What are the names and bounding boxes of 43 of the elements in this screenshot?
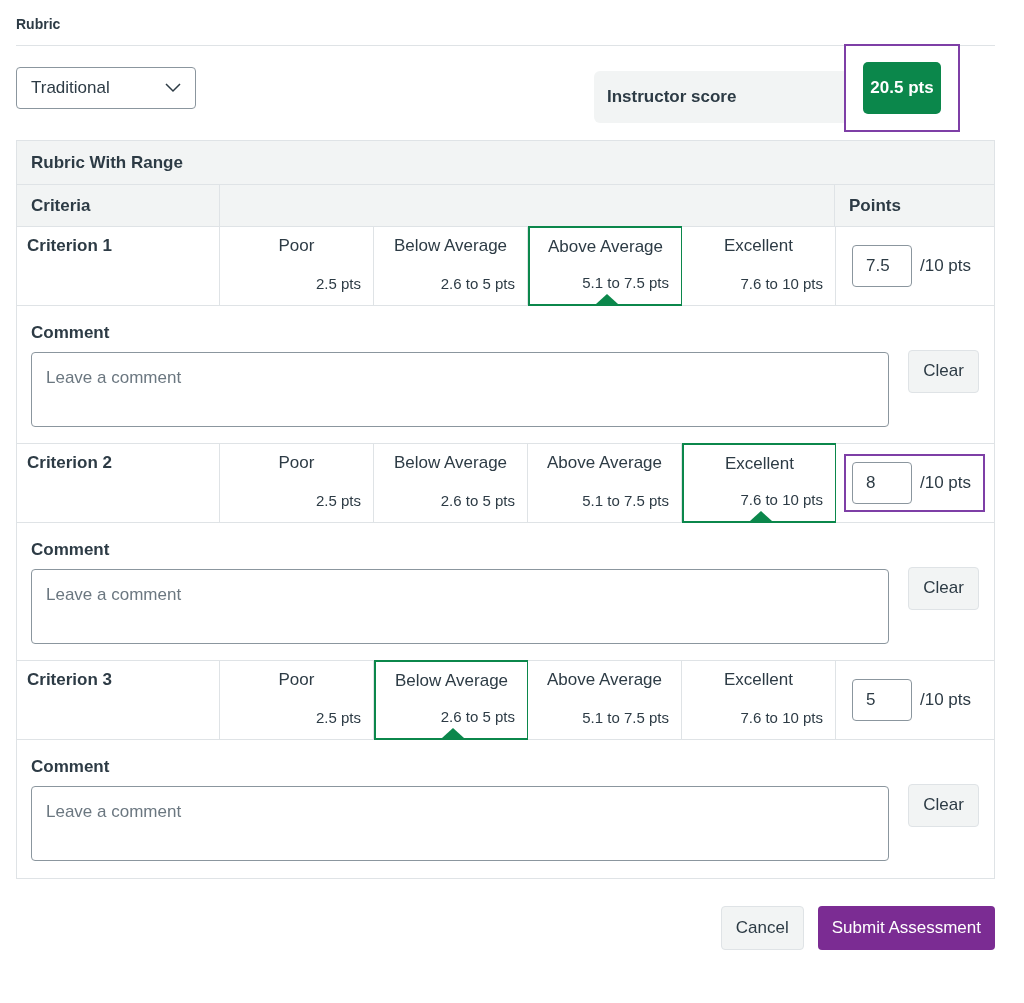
chevron-down-icon [165,83,181,93]
rating-option[interactable]: Excellent 7.6 to 10 pts [682,661,836,739]
score-badge: 20.5 pts [863,62,941,114]
rating-option[interactable]: Above Average 5.1 to 7.5 pts [528,661,682,739]
comment-label: Comment [31,756,110,778]
selected-triangle-icon [442,728,464,738]
rating-option[interactable]: Poor 2.5 pts [220,227,374,305]
points-input[interactable]: 8 [852,462,912,504]
cancel-button[interactable]: Cancel [720,906,804,950]
rating-option[interactable]: Below Average 2.6 to 5 pts [374,227,528,305]
comment-label: Comment [31,322,110,344]
column-header: Criteria [17,185,220,226]
rating-option[interactable]: Excellent 7.6 to 10 pts [682,227,836,305]
rating-option[interactable]: Poor 2.5 pts [220,661,374,739]
selected-triangle-icon [750,511,772,521]
points-input[interactable]: 7.5 [852,245,912,287]
table-title: Rubric With Range [17,141,994,185]
column-header: Points [848,194,902,217]
rating-option[interactable]: Above Average 5.1 to 7.5 pts [528,444,682,522]
rating-option[interactable]: Excellent 7.6 to 10 pts [682,443,836,523]
clear-button[interactable]: Clear [908,783,979,827]
clear-button[interactable]: Clear [908,566,979,610]
comment-field[interactable]: Leave a comment [31,568,889,644]
points-total: /10 pts [920,689,972,712]
clear-button[interactable]: Clear [908,349,979,393]
section-title: Rubric [16,15,61,34]
comment-label: Comment [31,539,110,561]
rating-option[interactable]: Below Average 2.6 to 5 pts [374,660,528,740]
points-total: /10 pts [920,472,972,495]
rating-option[interactable]: Below Average 2.6 to 5 pts [374,444,528,522]
selected-triangle-icon [596,294,618,304]
points-total: /10 pts [920,255,972,278]
rating-option[interactable]: Above Average 5.1 to 7.5 pts [528,226,682,306]
criterion-name: Criterion 2 [17,444,220,522]
rubric-type-dropdown[interactable]: Traditional [16,67,196,109]
criterion-name: Criterion 3 [17,661,220,739]
comment-field[interactable]: Leave a comment [31,785,889,861]
points-input[interactable]: 5 [852,679,912,721]
criterion-name: Criterion 1 [17,227,220,305]
rating-option[interactable]: Poor 2.5 pts [220,444,374,522]
comment-field[interactable]: Leave a comment [31,351,889,427]
instructor-score-label: Instructor score [607,86,737,109]
submit-button[interactable]: Submit Assessment [817,906,995,950]
